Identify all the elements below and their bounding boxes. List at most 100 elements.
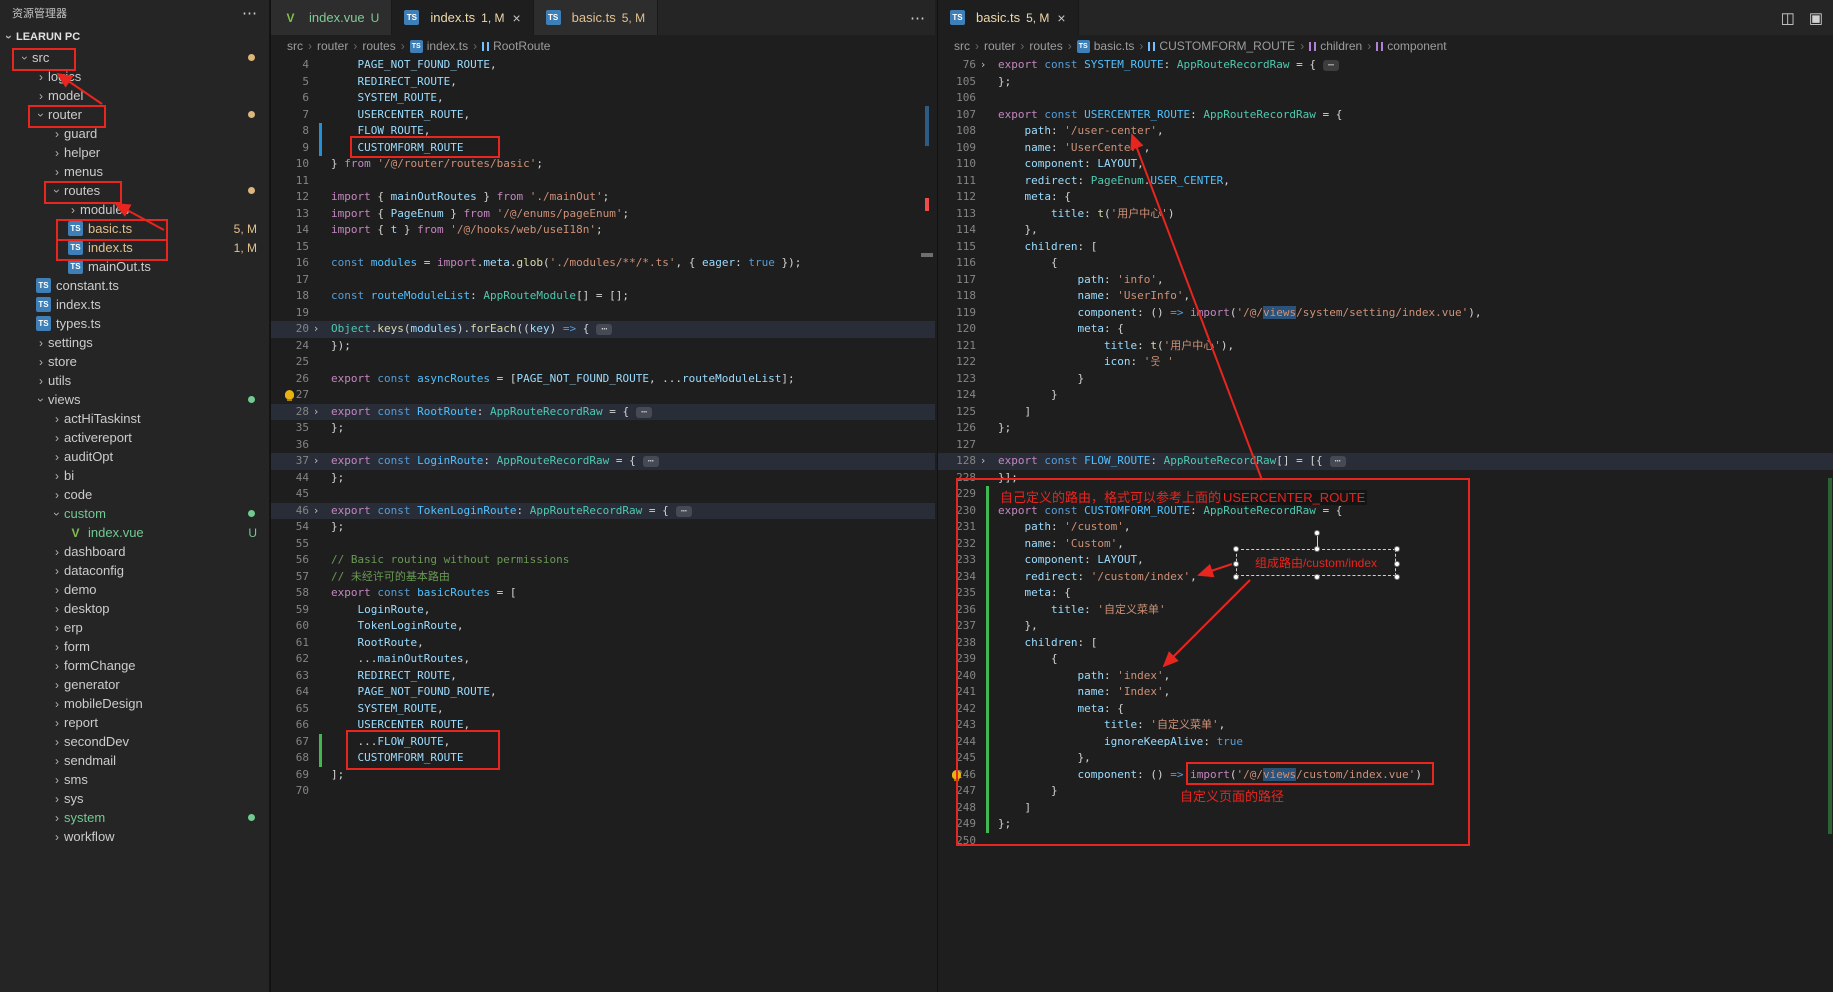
code-line-54[interactable]: 54};: [271, 519, 935, 536]
code-line-116[interactable]: 116 {: [938, 255, 1833, 272]
code-line-4[interactable]: 4 PAGE_NOT_FOUND_ROUTE,: [271, 57, 935, 74]
code-line-65[interactable]: 65 SYSTEM_ROUTE,: [271, 701, 935, 718]
code-line-229[interactable]: 229: [938, 486, 1833, 503]
code-line-249[interactable]: 249};: [938, 816, 1833, 833]
code-line-70[interactable]: 70: [271, 783, 935, 800]
breadcrumb-item-router[interactable]: router: [984, 39, 1015, 53]
tree-item-sms[interactable]: ›sms: [0, 770, 269, 789]
code-line-66[interactable]: 66 USERCENTER_ROUTE,: [271, 717, 935, 734]
tree-item-utils[interactable]: ›utils: [0, 371, 269, 390]
tree-item-bi[interactable]: ›bi: [0, 466, 269, 485]
breadcrumb-item-children[interactable]: children: [1309, 39, 1362, 53]
code-line-27[interactable]: 27: [271, 387, 935, 404]
tab-bar-more-icon[interactable]: ⋯: [910, 9, 925, 27]
code-line-28[interactable]: 28›export const RootRoute: AppRouteRecor…: [271, 404, 935, 421]
tab-basic.ts[interactable]: TSbasic.ts5, M×: [938, 0, 1079, 35]
code-line-234[interactable]: 234 redirect: '/custom/index',: [938, 569, 1833, 586]
code-line-58[interactable]: 58export const basicRoutes = [: [271, 585, 935, 602]
code-line-235[interactable]: 235 meta: {: [938, 585, 1833, 602]
code-line-9[interactable]: 9 CUSTOMFORM_ROUTE: [271, 140, 935, 157]
code-line-244[interactable]: 244 ignoreKeepAlive: true: [938, 734, 1833, 751]
code-line-55[interactable]: 55: [271, 536, 935, 553]
folded-region-ellipsis[interactable]: ⋯: [596, 324, 612, 335]
breadcrumb-item-routes[interactable]: routes: [362, 39, 395, 53]
code-line-24[interactable]: 24});: [271, 338, 935, 355]
code-line-69[interactable]: 69];: [271, 767, 935, 784]
explorer-more-icon[interactable]: ⋯: [242, 4, 257, 22]
code-area[interactable]: 76›export const SYSTEM_ROUTE: AppRouteRe…: [938, 57, 1833, 992]
code-line-240[interactable]: 240 path: 'index',: [938, 668, 1833, 685]
code-line-228[interactable]: 228}];: [938, 470, 1833, 487]
fold-chevron-icon[interactable]: ›: [309, 453, 323, 470]
code-line-122[interactable]: 122 icon: '웃 ': [938, 354, 1833, 371]
close-icon[interactable]: ×: [1057, 10, 1065, 26]
code-area[interactable]: 4 PAGE_NOT_FOUND_ROUTE,5 REDIRECT_ROUTE,…: [271, 57, 935, 992]
code-line-108[interactable]: 108 path: '/user-center',: [938, 123, 1833, 140]
tree-item-formChange[interactable]: ›formChange: [0, 656, 269, 675]
folded-region-ellipsis[interactable]: ⋯: [1323, 60, 1339, 71]
fold-chevron-icon[interactable]: ›: [309, 503, 323, 520]
tree-item-basic.ts[interactable]: TSbasic.ts5, M: [0, 219, 269, 238]
code-line-230[interactable]: 230export const CUSTOMFORM_ROUTE: AppRou…: [938, 503, 1833, 520]
code-line-37[interactable]: 37›export const LoginRoute: AppRouteReco…: [271, 453, 935, 470]
code-line-18[interactable]: 18const routeModuleList: AppRouteModule[…: [271, 288, 935, 305]
code-line-64[interactable]: 64 PAGE_NOT_FOUND_ROUTE,: [271, 684, 935, 701]
tree-item-index.ts[interactable]: TSindex.ts: [0, 295, 269, 314]
code-line-46[interactable]: 46›export const TokenLoginRoute: AppRout…: [271, 503, 935, 520]
layout-toggle-icon[interactable]: ▣: [1809, 9, 1823, 27]
code-line-106[interactable]: 106: [938, 90, 1833, 107]
tree-item-desktop[interactable]: ›desktop: [0, 599, 269, 618]
tree-item-settings[interactable]: ›settings: [0, 333, 269, 352]
tree-item-dataconfig[interactable]: ›dataconfig: [0, 561, 269, 580]
tree-item-router[interactable]: ›router: [0, 105, 269, 124]
tab-index.ts[interactable]: TSindex.ts1, M×: [392, 0, 533, 35]
code-line-118[interactable]: 118 name: 'UserInfo',: [938, 288, 1833, 305]
code-line-105[interactable]: 105};: [938, 74, 1833, 91]
tree-item-custom[interactable]: ›custom: [0, 504, 269, 523]
code-line-8[interactable]: 8 FLOW_ROUTE,: [271, 123, 935, 140]
tree-item-mainOut.ts[interactable]: TSmainOut.ts: [0, 257, 269, 276]
tree-item-erp[interactable]: ›erp: [0, 618, 269, 637]
breadcrumb-item-CUSTOMFORM_ROUTE[interactable]: CUSTOMFORM_ROUTE: [1148, 39, 1295, 53]
code-line-233[interactable]: 233 component: LAYOUT,: [938, 552, 1833, 569]
code-line-17[interactable]: 17: [271, 272, 935, 289]
code-line-248[interactable]: 248 ]: [938, 800, 1833, 817]
tree-item-auditOpt[interactable]: ›auditOpt: [0, 447, 269, 466]
code-line-10[interactable]: 10} from '/@/router/routes/basic';: [271, 156, 935, 173]
folded-region-ellipsis[interactable]: ⋯: [1330, 456, 1346, 467]
code-line-243[interactable]: 243 title: '自定义菜单',: [938, 717, 1833, 734]
code-line-125[interactable]: 125 ]: [938, 404, 1833, 421]
tree-item-logics[interactable]: ›logics: [0, 67, 269, 86]
code-line-13[interactable]: 13import { PageEnum } from '/@/enums/pag…: [271, 206, 935, 223]
code-line-63[interactable]: 63 REDIRECT_ROUTE,: [271, 668, 935, 685]
code-line-6[interactable]: 6 SYSTEM_ROUTE,: [271, 90, 935, 107]
code-line-35[interactable]: 35};: [271, 420, 935, 437]
fold-chevron-icon[interactable]: ›: [309, 321, 323, 338]
code-line-126[interactable]: 126};: [938, 420, 1833, 437]
code-line-16[interactable]: 16const modules = import.meta.glob('./mo…: [271, 255, 935, 272]
breadcrumb-item-index.ts[interactable]: TSindex.ts: [410, 39, 468, 53]
code-line-113[interactable]: 113 title: t('用户中心'): [938, 206, 1833, 223]
code-line-124[interactable]: 124 }: [938, 387, 1833, 404]
code-line-57[interactable]: 57// 未经许可的基本路由: [271, 569, 935, 586]
code-line-67[interactable]: 67 ...FLOW_ROUTE,: [271, 734, 935, 751]
code-line-111[interactable]: 111 redirect: PageEnum.USER_CENTER,: [938, 173, 1833, 190]
tree-item-modules[interactable]: ›modules: [0, 200, 269, 219]
tree-item-secondDev[interactable]: ›secondDev: [0, 732, 269, 751]
fold-chevron-icon[interactable]: ›: [309, 404, 323, 421]
tree-item-store[interactable]: ›store: [0, 352, 269, 371]
tab-basic.ts[interactable]: TSbasic.ts5, M: [534, 0, 658, 35]
tree-item-index.ts[interactable]: TSindex.ts1, M: [0, 238, 269, 257]
tree-item-workflow[interactable]: ›workflow: [0, 827, 269, 846]
code-line-123[interactable]: 123 }: [938, 371, 1833, 388]
tree-item-demo[interactable]: ›demo: [0, 580, 269, 599]
code-line-127[interactable]: 127: [938, 437, 1833, 454]
code-line-232[interactable]: 232 name: 'Custom',: [938, 536, 1833, 553]
code-line-119[interactable]: 119 component: () => import('/@/views/sy…: [938, 305, 1833, 322]
code-line-231[interactable]: 231 path: '/custom',: [938, 519, 1833, 536]
code-line-7[interactable]: 7 USERCENTER_ROUTE,: [271, 107, 935, 124]
code-line-247[interactable]: 247 }: [938, 783, 1833, 800]
code-line-68[interactable]: 68 CUSTOMFORM_ROUTE: [271, 750, 935, 767]
code-line-121[interactable]: 121 title: t('用户中心'),: [938, 338, 1833, 355]
tree-item-mobileDesign[interactable]: ›mobileDesign: [0, 694, 269, 713]
